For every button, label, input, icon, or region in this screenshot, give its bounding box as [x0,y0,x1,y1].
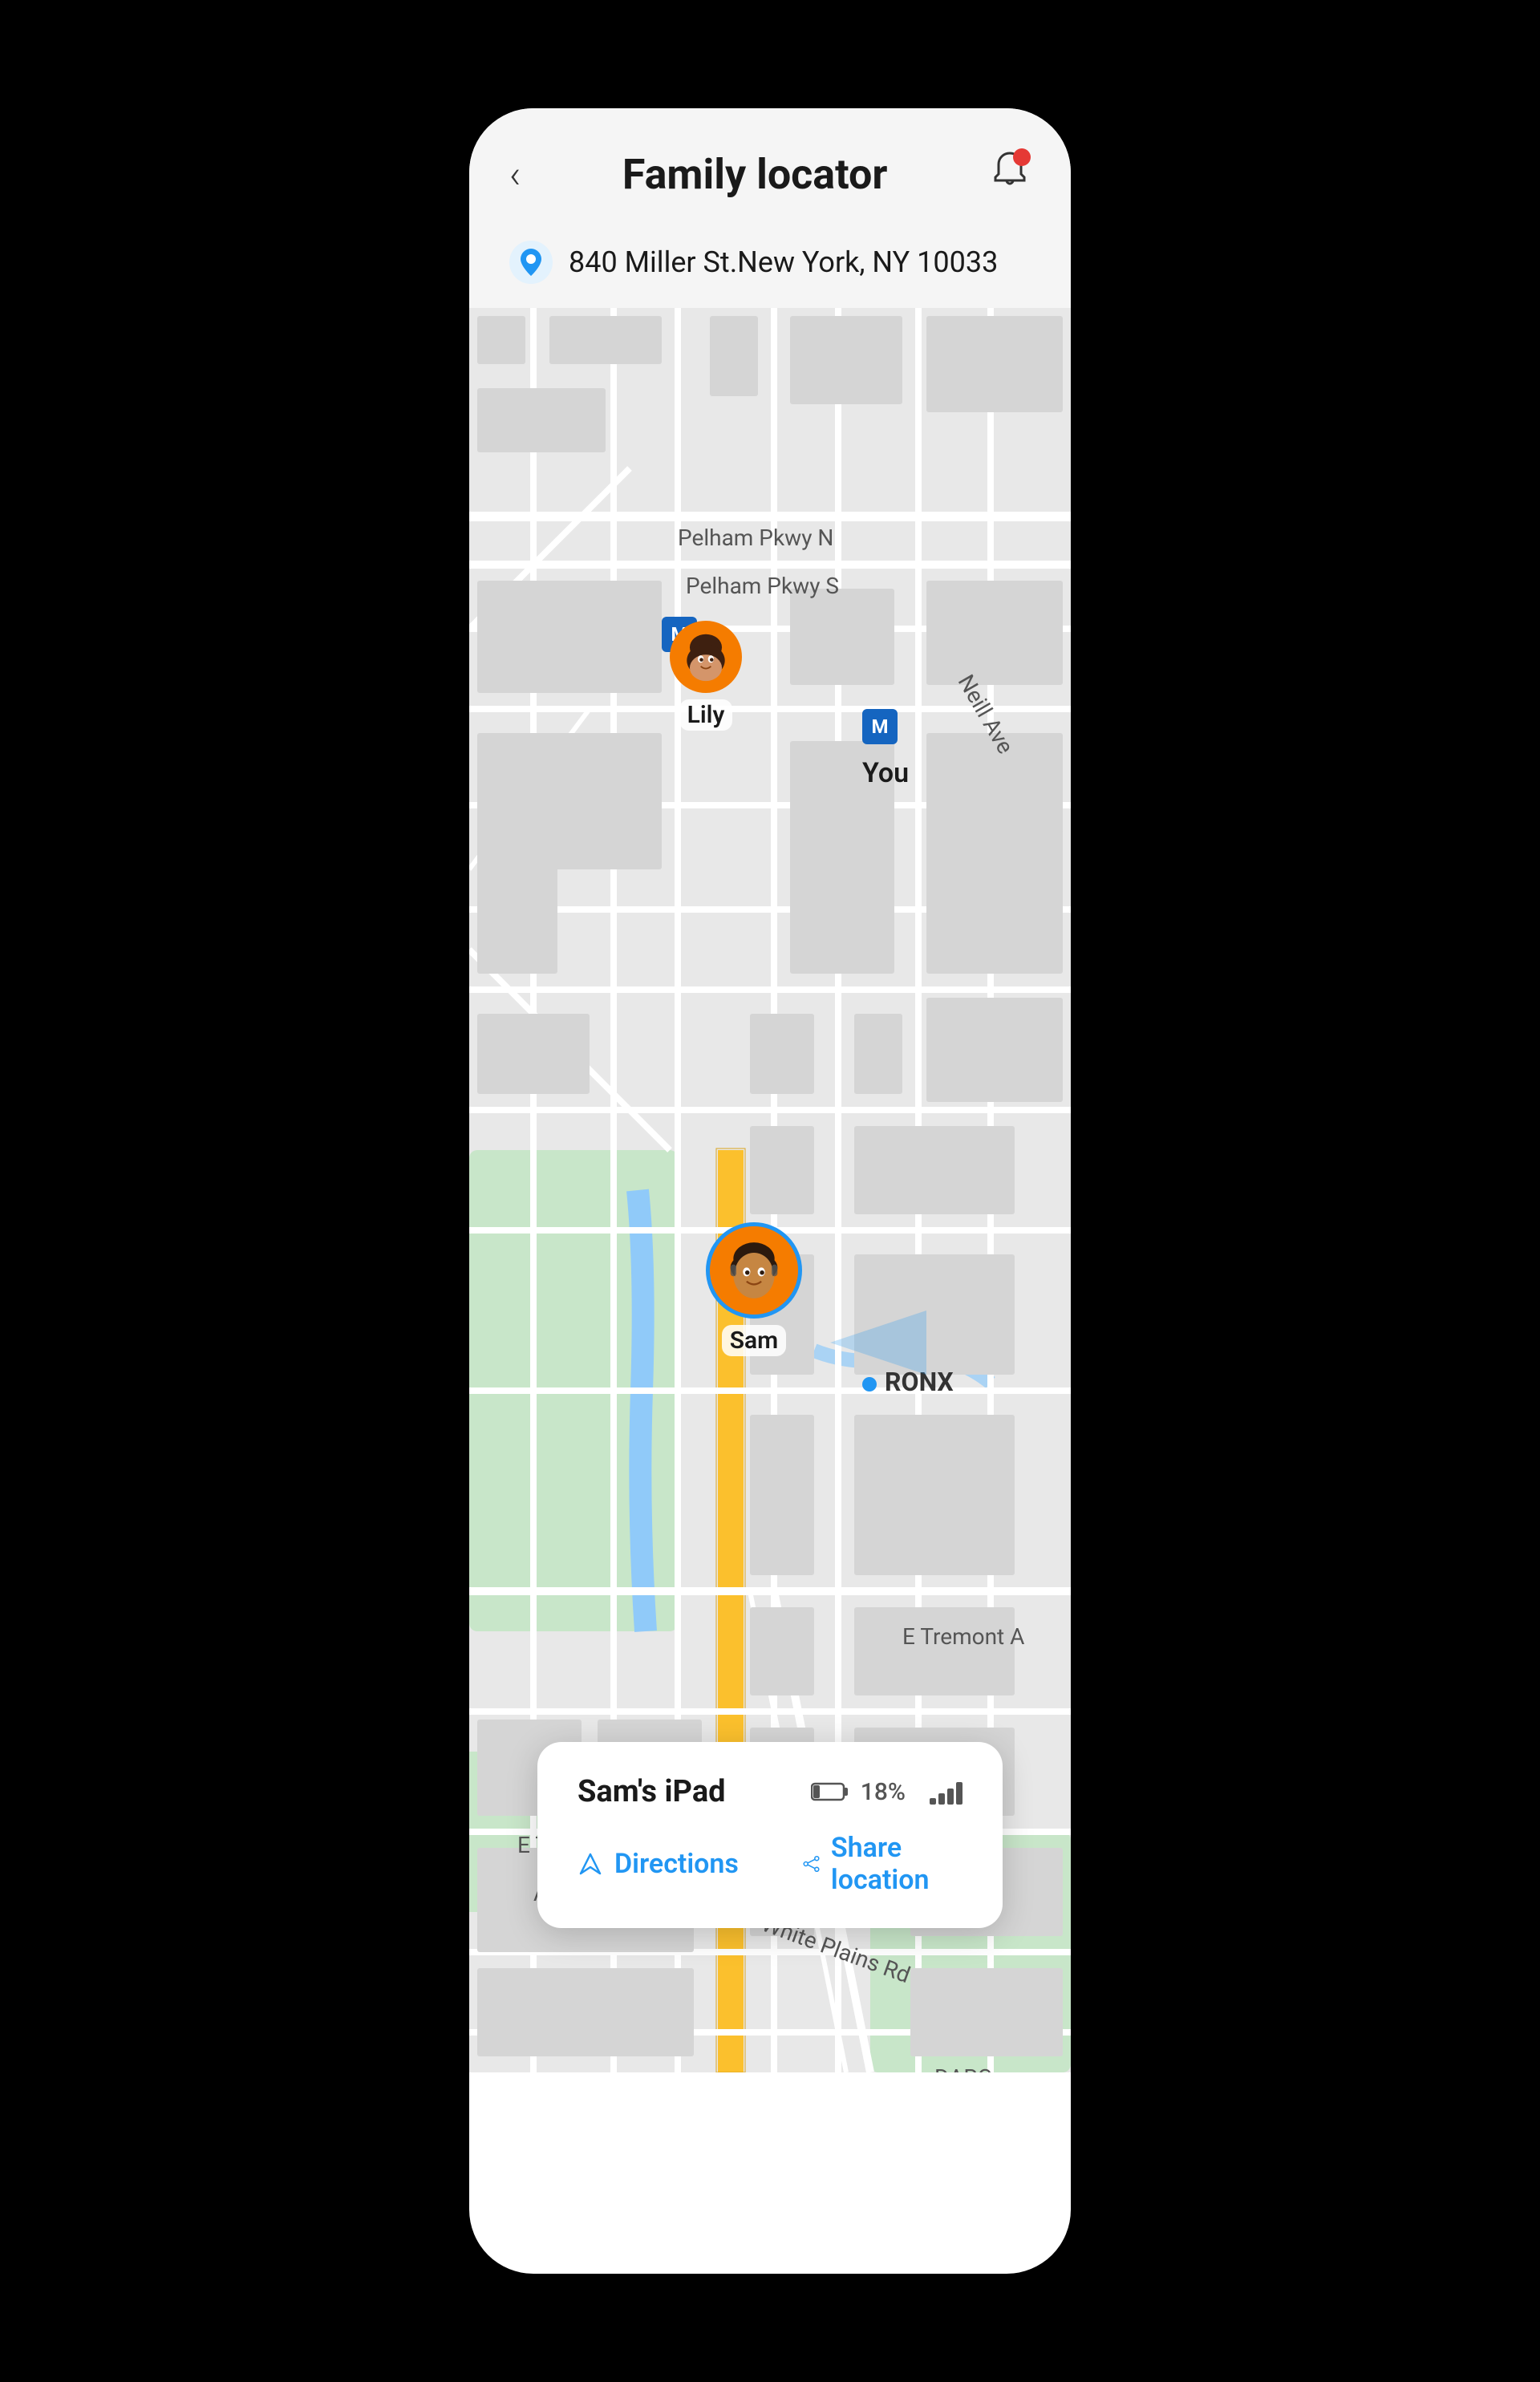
phone-frame: ‹ Family locator 840 Miller St.New York,… [469,108,1071,2274]
battery-info: 18% [811,1778,906,1806]
metro-icon-2: M [862,709,898,744]
share-location-label: Share location [831,1832,940,1896]
address-text: 840 Miller St.New York, NY 10033 [569,245,998,279]
card-actions: Directions Share location [578,1832,962,1896]
location-pin-icon [509,241,553,284]
notification-button[interactable] [989,148,1031,201]
you-label: You [862,757,909,789]
signal-icon [930,1779,962,1805]
directions-icon [578,1851,603,1877]
lily-marker[interactable]: Lily [670,621,742,731]
sam-avatar [706,1222,802,1319]
battery-percent: 18% [861,1778,906,1806]
header: ‹ Family locator [469,108,1071,225]
map-area[interactable]: Pelham Pkwy N Pelham Pkwy S Neill Ave RO… [469,308,1071,2072]
sam-info-card: Sam's iPad 18% [537,1742,1003,1928]
page-title: Family locator [622,150,888,199]
back-button[interactable]: ‹ [509,152,521,197]
lily-avatar [670,621,742,693]
address-bar: 840 Miller St.New York, NY 10033 [469,225,1071,308]
battery-icon [811,1780,849,1803]
sam-marker[interactable]: Sam [706,1222,802,1356]
card-header: Sam's iPad 18% [578,1774,962,1809]
lily-name: Lily [679,699,733,731]
sam-name: Sam [722,1325,786,1356]
device-name: Sam's iPad [578,1774,787,1809]
directions-label: Directions [614,1848,739,1880]
directions-button[interactable]: Directions [578,1848,771,1880]
share-icon [803,1850,820,1878]
share-location-button[interactable]: Share location [803,1832,972,1896]
notification-badge [1013,148,1031,166]
